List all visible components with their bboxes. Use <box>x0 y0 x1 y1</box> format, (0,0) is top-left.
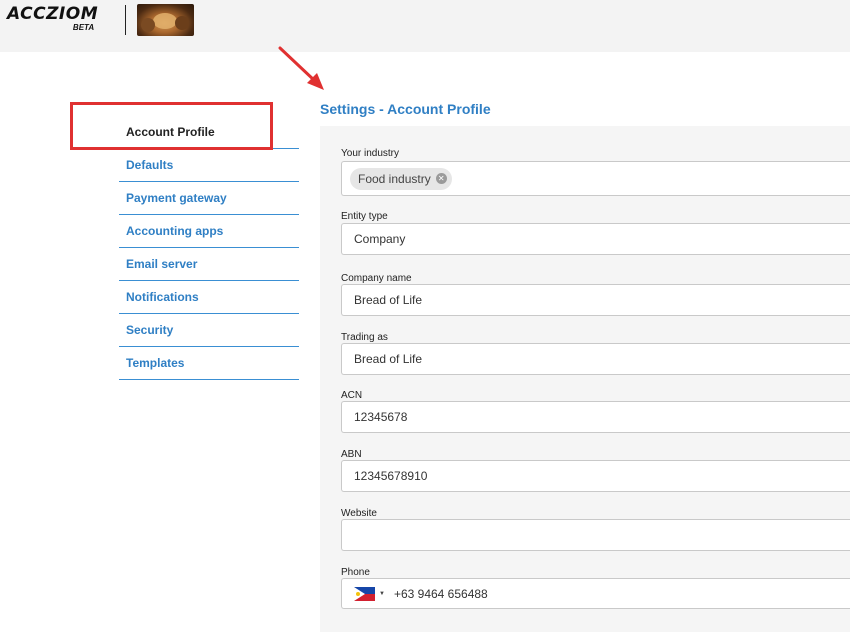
sidebar-item-defaults[interactable]: Defaults <box>119 149 299 182</box>
entity-type-label: Entity type <box>341 211 388 222</box>
website-label: Website <box>341 508 377 519</box>
company-name-value: Bread of Life <box>354 293 423 307</box>
phone-value: +63 9464 656488 <box>393 586 488 601</box>
abn-input[interactable]: 12345678910 <box>341 460 850 492</box>
acn-input[interactable]: 12345678 <box>341 401 850 433</box>
remove-chip-icon[interactable]: ✕ <box>435 173 447 184</box>
company-name-input[interactable]: Bread of Life <box>341 284 850 316</box>
website-input[interactable] <box>341 519 850 551</box>
app-logo[interactable]: ACCZIOM BETA <box>7 4 99 32</box>
settings-sidebar: Account Profile Defaults Payment gateway… <box>119 116 299 380</box>
philippines-flag-icon <box>354 586 375 601</box>
account-profile-form: Your industry Food industry ✕ Entity typ… <box>320 126 850 632</box>
abn-label: ABN <box>341 449 362 460</box>
beta-badge: BETA <box>72 23 95 32</box>
sidebar-item-templates[interactable]: Templates <box>119 347 299 380</box>
industry-field[interactable]: Food industry ✕ <box>341 161 850 196</box>
sidebar-item-accounting-apps[interactable]: Accounting apps <box>119 215 299 248</box>
chevron-down-icon: ▼ <box>379 590 385 597</box>
trading-as-input[interactable]: Bread of Life <box>341 343 850 375</box>
entity-type-value: Company <box>354 232 406 246</box>
sidebar-item-notifications[interactable]: Notifications <box>119 281 299 314</box>
page-title: Settings - Account Profile <box>320 101 491 117</box>
company-name-label: Company name <box>341 273 412 284</box>
industry-chip[interactable]: Food industry ✕ <box>350 167 452 190</box>
sidebar-item-account-profile[interactable]: Account Profile <box>119 116 299 149</box>
sidebar-item-security[interactable]: Security <box>119 314 299 347</box>
trading-as-label: Trading as <box>341 332 388 343</box>
entity-type-select[interactable]: Company <box>341 223 850 255</box>
company-avatar[interactable] <box>137 4 194 36</box>
top-bar: ACCZIOM BETA <box>0 0 850 52</box>
phone-input[interactable]: ▼ +63 9464 656488 <box>341 578 850 609</box>
sidebar-item-email-server[interactable]: Email server <box>119 248 299 281</box>
annotation-arrow-icon <box>278 46 324 90</box>
trading-as-value: Bread of Life <box>354 352 423 366</box>
abn-value: 12345678910 <box>354 469 428 483</box>
industry-chip-label: Food industry <box>358 171 431 186</box>
sidebar-item-payment-gateway[interactable]: Payment gateway <box>119 182 299 215</box>
logo-text: ACCZIOM <box>7 4 99 24</box>
country-code-select[interactable]: ▼ <box>354 586 385 601</box>
logo-divider <box>125 5 126 35</box>
acn-label: ACN <box>341 390 363 401</box>
phone-label: Phone <box>341 567 370 578</box>
acn-value: 12345678 <box>354 410 408 424</box>
industry-label: Your industry <box>341 148 399 159</box>
